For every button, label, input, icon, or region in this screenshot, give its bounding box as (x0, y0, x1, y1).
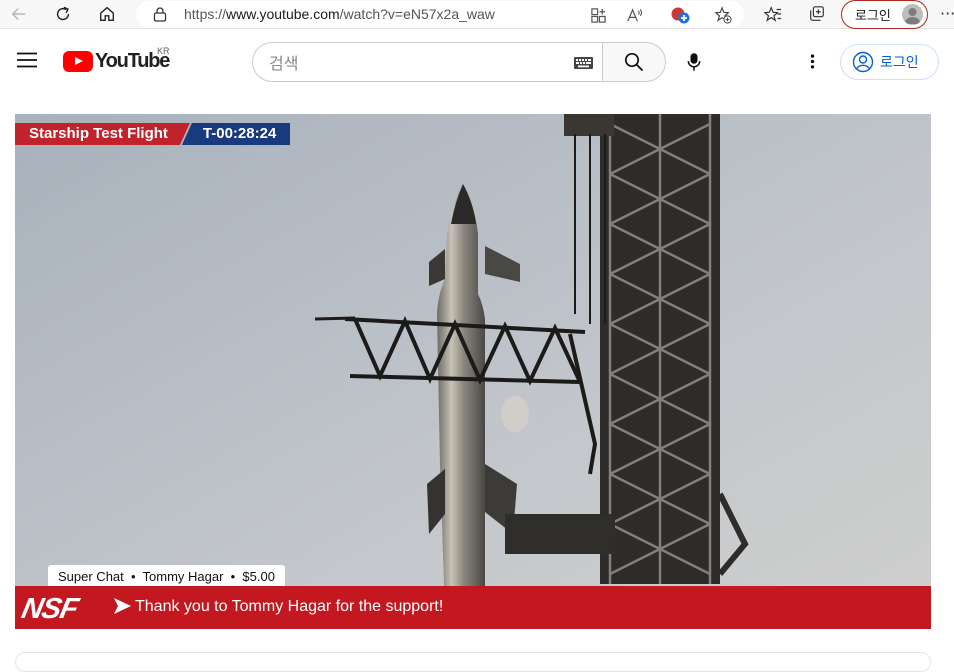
country-code: KR (157, 46, 170, 56)
url-prefix: https:// (184, 6, 227, 22)
browser-login-button[interactable]: 로그인 (841, 0, 928, 29)
below-video-card (15, 652, 931, 672)
address-bar[interactable]: https://www.youtube.com/watch?v=eN57x2a_… (136, 1, 744, 28)
nsf-logo: NSF (18, 593, 81, 625)
search-box (252, 42, 603, 82)
search-input[interactable] (269, 52, 559, 74)
url-path: /watch?v=eN57x2a_waw (339, 6, 495, 22)
search-icon (624, 52, 644, 72)
video-player[interactable]: Starship Test Flight T-00:28:24 Super Ch… (15, 114, 931, 629)
arrow-right-icon (114, 598, 131, 614)
nsf-ticker-bar: NSF Thank you to Tommy Hagar for the sup… (15, 586, 931, 629)
youtube-play-icon (63, 50, 93, 72)
browser-more-button[interactable]: ··· (940, 4, 954, 23)
search-button[interactable] (602, 42, 666, 82)
countdown-timer: T-00:28:24 (181, 123, 291, 145)
superchat-tag: Super Chat • Tommy Hagar • $5.00 (48, 565, 285, 587)
mic-icon (687, 53, 701, 71)
profile-icon (902, 4, 923, 25)
video-frame (15, 114, 931, 629)
refresh-icon[interactable] (50, 2, 76, 26)
browser-login-label: 로그인 (855, 9, 891, 24)
apps-icon[interactable] (588, 5, 608, 25)
extension-icon[interactable] (670, 5, 690, 25)
url-text[interactable]: https://www.youtube.com/watch?v=eN57x2a_… (184, 6, 495, 22)
youtube-header: YouTube KR 로그인 (0, 29, 954, 95)
url-host: www.youtube.com (226, 6, 340, 22)
stream-title: Starship Test Flight (15, 123, 190, 145)
favorites-icon[interactable] (760, 2, 786, 26)
browser-toolbar: https://www.youtube.com/watch?v=eN57x2a_… (0, 0, 954, 29)
account-circle-icon (852, 51, 874, 73)
youtube-login-label: 로그인 (880, 55, 919, 71)
stream-title-banner: Starship Test Flight T-00:28:24 (15, 123, 291, 145)
home-icon[interactable] (94, 2, 120, 26)
nsf-message: Thank you to Tommy Hagar for the support… (135, 598, 444, 615)
keyboard-icon[interactable] (574, 57, 593, 69)
read-aloud-icon[interactable] (624, 5, 644, 25)
youtube-logo[interactable]: YouTube (63, 49, 170, 73)
menu-icon[interactable] (17, 52, 37, 68)
more-vert-icon (810, 53, 814, 69)
voice-search-button[interactable] (676, 44, 712, 80)
more-vert-button[interactable] (797, 46, 827, 76)
lock-icon[interactable] (153, 7, 167, 22)
collections-icon[interactable] (804, 2, 830, 26)
back-icon[interactable] (6, 2, 32, 26)
favorite-add-icon[interactable] (713, 5, 733, 25)
youtube-login-button[interactable]: 로그인 (840, 44, 939, 80)
